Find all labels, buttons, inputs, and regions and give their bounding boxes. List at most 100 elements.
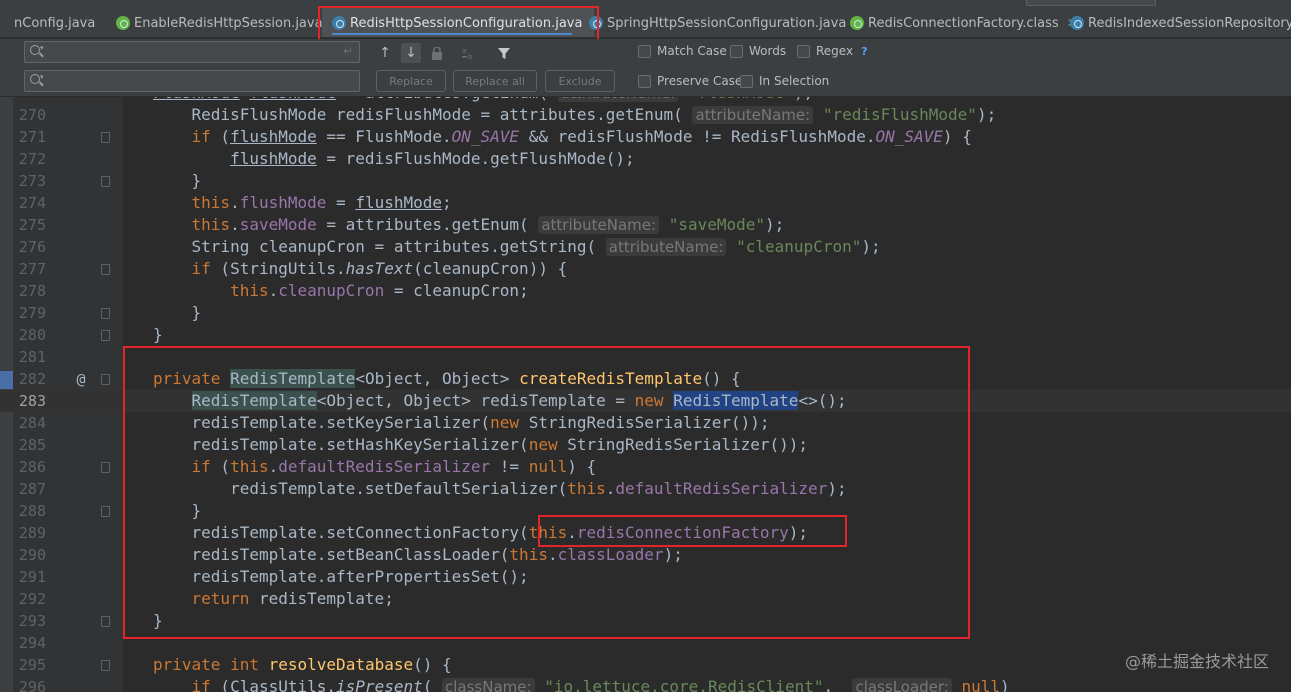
regex-checkbox[interactable] bbox=[797, 44, 810, 58]
fold-marker[interactable] bbox=[101, 330, 110, 341]
tab-label: RedisConnectionFactory.class bbox=[868, 15, 1059, 31]
code-line[interactable]: 285 redisTemplate.setHashKeySerializer(n… bbox=[0, 434, 1291, 456]
line-number: 276 bbox=[18, 238, 46, 256]
class-icon bbox=[332, 16, 346, 30]
select-all-occurrences-icon[interactable]: ab bbox=[460, 43, 480, 63]
code-line[interactable]: 284 redisTemplate.setKeySerializer(new S… bbox=[0, 412, 1291, 434]
code-line[interactable]: 281 bbox=[0, 346, 1291, 368]
code-editor[interactable]: FlushMode flushMode = attributes.getEnum… bbox=[0, 97, 1291, 692]
code-line[interactable]: 295 private int resolveDatabase() { bbox=[0, 654, 1291, 676]
code-line[interactable]: 279 } bbox=[0, 302, 1291, 324]
replace-input[interactable] bbox=[47, 73, 337, 89]
line-number: 278 bbox=[18, 282, 46, 300]
line-number: 295 bbox=[18, 656, 46, 674]
line-number: 283 bbox=[18, 392, 46, 410]
exclude-button[interactable]: Exclude bbox=[545, 70, 615, 92]
replace-all-button[interactable]: Replace all bbox=[453, 70, 537, 92]
code-line[interactable]: 287 redisTemplate.setDefaultSerializer(t… bbox=[0, 478, 1291, 500]
replace-button[interactable]: Replace bbox=[376, 70, 446, 92]
line-number: 271 bbox=[18, 128, 46, 146]
line-number: 287 bbox=[18, 480, 46, 498]
string-literal: "io.lettuce.core.RedisClient" bbox=[544, 677, 824, 692]
code-line[interactable]: 286 if (this.defaultRedisSerializer != n… bbox=[0, 456, 1291, 478]
match-case-checkbox[interactable] bbox=[638, 44, 651, 58]
code-line[interactable]: 280 } bbox=[0, 324, 1291, 346]
find-replace-panel: ↵ ↑ ↓ ab Replace Replace all Exclude Mat… bbox=[0, 39, 1291, 97]
fold-marker[interactable] bbox=[101, 264, 110, 275]
watermark: @稀土掘金技术社区 bbox=[1124, 652, 1269, 671]
tab-redis-http-session-configuration[interactable]: RedisHttpSessionConfiguration.java ✕ bbox=[322, 8, 601, 37]
tab-nconfig[interactable]: nConfig.java bbox=[0, 8, 110, 37]
run-config-dropdown[interactable] bbox=[1026, 0, 1156, 6]
code-line[interactable]: 290 redisTemplate.setBeanClassLoader(thi… bbox=[0, 544, 1291, 566]
code-line[interactable]: 272 flushMode = redisFlushMode.getFlushM… bbox=[0, 148, 1291, 170]
code-line[interactable]: 270 RedisFlushMode redisFlushMode = attr… bbox=[0, 104, 1291, 126]
lock-icon[interactable] bbox=[427, 43, 447, 63]
line-number: 288 bbox=[18, 502, 46, 520]
code-line[interactable]: 296 if (ClassUtils.isPresent( className:… bbox=[0, 676, 1291, 692]
multiline-icon[interactable]: ↵ bbox=[343, 44, 353, 58]
words-option[interactable]: Words bbox=[730, 44, 786, 58]
code-line[interactable]: 273 } bbox=[0, 170, 1291, 192]
arrow-down-icon[interactable]: ↓ bbox=[401, 43, 421, 63]
menu-strip bbox=[0, 0, 1291, 8]
code-line[interactable]: 271 if (flushMode == FlushMode.ON_SAVE &… bbox=[0, 126, 1291, 148]
code-line[interactable]: FlushMode flushMode = attributes.getEnum… bbox=[0, 97, 1291, 104]
preserve-case-checkbox[interactable] bbox=[638, 74, 651, 88]
fold-marker[interactable] bbox=[101, 506, 110, 517]
search-icon[interactable] bbox=[30, 44, 44, 55]
search-field[interactable]: ↵ bbox=[24, 41, 360, 63]
tab-redis-indexed-session-repository[interactable]: RedisIndexedSessionRepository.jav bbox=[1070, 8, 1291, 37]
match-case-option[interactable]: Match Case bbox=[638, 44, 727, 58]
code-line[interactable]: 275 this.saveMode = attributes.getEnum( … bbox=[0, 214, 1291, 236]
fold-marker[interactable] bbox=[101, 374, 110, 385]
code-line[interactable]: 274 this.flushMode = flushMode; bbox=[0, 192, 1291, 214]
tab-redis-connection-factory[interactable]: RedisConnectionFactory.class ✕ bbox=[850, 8, 1077, 37]
code-line[interactable]: 292 return redisTemplate; bbox=[0, 588, 1291, 610]
search-icon[interactable] bbox=[30, 73, 44, 84]
search-input[interactable] bbox=[47, 44, 337, 60]
in-selection-checkbox[interactable] bbox=[740, 74, 753, 88]
code-line[interactable]: 276 String cleanupCron = attributes.getS… bbox=[0, 236, 1291, 258]
fold-marker[interactable] bbox=[101, 462, 110, 473]
svg-text:a: a bbox=[462, 47, 466, 55]
regex-option[interactable]: Regex ? bbox=[797, 44, 867, 58]
fold-marker[interactable] bbox=[101, 308, 110, 319]
line-number: 270 bbox=[18, 106, 46, 124]
code-line[interactable]: 291 redisTemplate.afterPropertiesSet(); bbox=[0, 566, 1291, 588]
tab-spring-http-session-configuration[interactable]: SpringHttpSessionConfiguration.java ✕ bbox=[589, 8, 864, 37]
code-line[interactable]: 282 @ private RedisTemplate<Object, Obje… bbox=[0, 368, 1291, 390]
tab-label: nConfig.java bbox=[14, 15, 96, 31]
preserve-case-label: Preserve Case bbox=[657, 74, 743, 88]
fold-marker[interactable] bbox=[101, 616, 110, 627]
annotation-icon bbox=[116, 16, 130, 30]
line-number: 293 bbox=[18, 612, 46, 630]
bean-gutter-icon[interactable]: @ bbox=[73, 368, 89, 390]
line-number: 289 bbox=[18, 524, 46, 542]
code-line[interactable]: 277 if (StringUtils.hasText(cleanupCron)… bbox=[0, 258, 1291, 280]
filter-icon[interactable] bbox=[494, 43, 514, 63]
arrow-up-icon[interactable]: ↑ bbox=[375, 43, 395, 63]
preserve-case-option[interactable]: Preserve Case bbox=[638, 74, 742, 88]
parameter-hint: attributeName: bbox=[605, 238, 727, 256]
regex-help-link[interactable]: ? bbox=[861, 45, 867, 58]
fold-marker[interactable] bbox=[101, 132, 110, 143]
line-number: 274 bbox=[18, 194, 46, 212]
fold-marker[interactable] bbox=[101, 176, 110, 187]
code-line-current[interactable]: 283 RedisTemplate<Object, Object> redisT… bbox=[0, 390, 1291, 412]
line-number: 284 bbox=[18, 414, 46, 432]
string-literal: "cleanupCron" bbox=[736, 237, 862, 256]
tab-enable-redis-http-session[interactable]: EnableRedisHttpSession.java ✕ bbox=[110, 8, 341, 37]
match-case-label: Match Case bbox=[657, 44, 727, 58]
code-line[interactable]: 293 } bbox=[0, 610, 1291, 632]
code-line[interactable]: 288 } bbox=[0, 500, 1291, 522]
replace-field[interactable] bbox=[24, 70, 360, 92]
fold-marker[interactable] bbox=[101, 660, 110, 671]
code-line[interactable]: 289 redisTemplate.setConnectionFactory(t… bbox=[0, 522, 1291, 544]
in-selection-option[interactable]: In Selection bbox=[740, 74, 829, 88]
code-line[interactable]: 278 this.cleanupCron = cleanupCron; bbox=[0, 280, 1291, 302]
interface-icon bbox=[850, 16, 864, 30]
code-line[interactable]: 294 bbox=[0, 632, 1291, 654]
words-checkbox[interactable] bbox=[730, 44, 743, 58]
line-number: 285 bbox=[18, 436, 46, 454]
